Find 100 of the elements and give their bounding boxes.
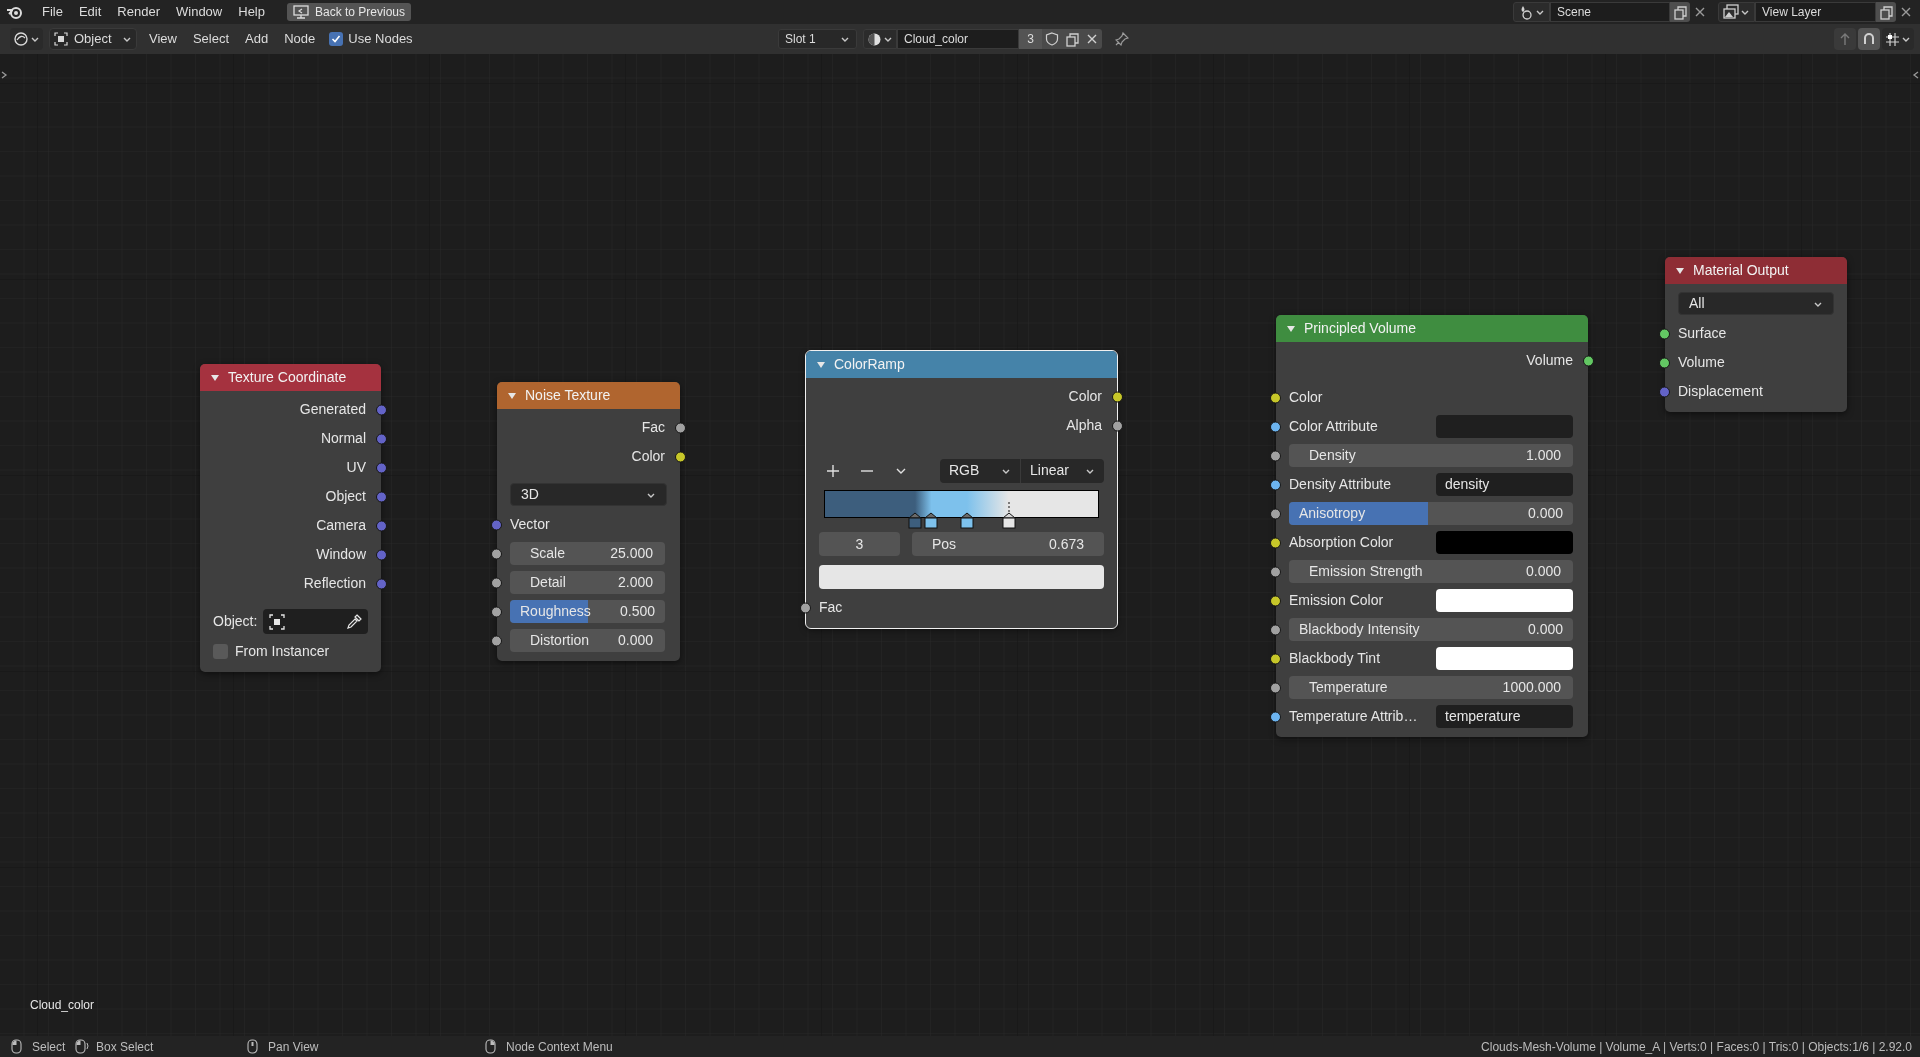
pin-button[interactable] [1112,29,1132,49]
input-socket[interactable] [1270,537,1281,548]
color-mode-dropdown[interactable]: RGB [940,458,1021,483]
back-button[interactable]: Back to Previous [287,3,412,21]
output-socket[interactable] [1583,355,1594,366]
color-swatch[interactable] [1436,531,1573,554]
status-hint: Select [32,1038,66,1056]
color-stop-handle[interactable] [924,512,939,529]
interpolation-dropdown[interactable]: Linear [1021,458,1104,483]
input-socket[interactable] [1659,357,1670,368]
material-browse-button[interactable] [863,29,897,49]
slider-field[interactable]: Blackbody Intensity 0.000 [1289,618,1573,641]
menu-item[interactable]: Add [237,28,277,50]
checkbox[interactable] [213,644,228,659]
node-header[interactable]: Principled Volume [1276,315,1588,342]
attribute-field[interactable] [1436,415,1573,438]
attribute-field[interactable]: density [1436,473,1573,496]
color-stop-handle[interactable] [1002,502,1017,529]
magnet-icon [1862,32,1876,46]
number-field[interactable]: Detail 2.000 [510,571,665,594]
color-stop-handle[interactable] [907,512,922,529]
input-socket[interactable] [491,548,502,559]
fake-user-button[interactable] [1042,29,1062,49]
color-stop-handle[interactable] [960,512,974,529]
menu-item[interactable]: Node [276,28,324,50]
output-socket[interactable] [1112,391,1123,402]
output-socket[interactable] [1112,420,1123,431]
collapse-icon[interactable] [507,391,517,400]
input-socket[interactable] [491,635,502,646]
input-socket[interactable] [491,606,502,617]
input-socket[interactable] [1270,711,1281,722]
input-socket[interactable] [1270,479,1281,490]
checkbox-label: From Instancer [235,642,330,661]
input-socket[interactable] [491,577,502,588]
node-header[interactable]: Noise Texture [497,382,680,409]
input-socket[interactable] [1270,682,1281,693]
view-layer-field[interactable]: View Layer [1755,2,1876,22]
dropdown[interactable]: All [1678,292,1834,315]
slider-field[interactable]: Anisotropy 0.000 [1289,502,1573,525]
editor-type-button[interactable] [10,28,43,50]
menu-item[interactable]: Render [109,2,168,22]
stop-index-field[interactable]: 3 [819,532,900,556]
output-socket[interactable] [675,451,686,462]
input-socket[interactable] [1270,595,1281,606]
menu-item[interactable]: File [34,2,71,22]
node-header[interactable]: Material Output [1665,257,1847,284]
plus-icon [827,464,839,477]
menu-item[interactable]: Help [230,2,273,22]
menu-item[interactable]: Edit [70,2,110,22]
menu-item[interactable]: View [141,28,185,50]
number-field[interactable]: Scale 25.000 [510,542,665,565]
number-field[interactable]: Emission Strength 0.000 [1289,560,1573,583]
collapse-icon[interactable] [210,373,220,382]
input-socket[interactable] [1270,624,1281,635]
browse-button[interactable] [1513,2,1550,22]
number-field[interactable]: Density 1.000 [1289,444,1573,467]
copy-button[interactable] [1876,2,1896,22]
attribute-field[interactable]: temperature [1436,705,1573,728]
mode-dropdown[interactable]: Object [49,28,137,50]
input-socket[interactable] [1659,328,1670,339]
snap-mode-dropdown[interactable] [1882,28,1914,50]
user-count-button[interactable]: 3 [1019,29,1042,49]
number-field[interactable]: Distortion 0.000 [510,629,665,652]
eyedropper-icon[interactable] [346,613,362,630]
collapse-icon[interactable] [816,360,826,369]
position-field[interactable]: Pos 0.673 [912,532,1104,556]
collapse-icon[interactable] [1675,266,1685,275]
input-socket[interactable] [491,519,502,530]
socket-label: Density Attribute [1289,475,1391,494]
input-socket[interactable] [1270,653,1281,664]
color-swatch[interactable] [819,565,1104,589]
unlink-button[interactable] [1082,29,1102,49]
browse-button[interactable] [1718,2,1755,22]
input-socket[interactable] [1270,566,1281,577]
material-name-field[interactable]: Cloud_color [897,29,1019,49]
dropdown[interactable]: 3D [510,483,667,506]
input-socket[interactable] [800,602,811,613]
scene-field[interactable]: Scene [1550,2,1670,22]
copy-button[interactable] [1062,29,1082,49]
object-field[interactable] [263,609,368,634]
input-socket[interactable] [1270,508,1281,519]
number-field[interactable]: Temperature 1000.000 [1289,676,1573,699]
input-socket[interactable] [1659,386,1670,397]
collapse-icon[interactable] [1286,324,1296,333]
node-header[interactable]: ColorRamp [806,351,1117,378]
color-swatch[interactable] [1436,647,1573,670]
socket-label: Generated [299,400,366,419]
snap-button[interactable] [1858,28,1880,50]
menu-item[interactable]: Select [184,28,238,50]
copy-button[interactable] [1670,2,1690,22]
node-header[interactable]: Texture Coordinate [200,364,381,391]
input-socket[interactable] [1270,392,1281,403]
output-socket[interactable] [675,422,686,433]
input-socket[interactable] [1270,450,1281,461]
slot-dropdown[interactable]: Slot 1 [778,29,857,49]
checkbox[interactable] [329,32,344,46]
menu-item[interactable]: Window [168,2,231,22]
input-socket[interactable] [1270,421,1281,432]
color-ramp-bar[interactable] [824,490,1099,518]
color-swatch[interactable] [1436,589,1573,612]
